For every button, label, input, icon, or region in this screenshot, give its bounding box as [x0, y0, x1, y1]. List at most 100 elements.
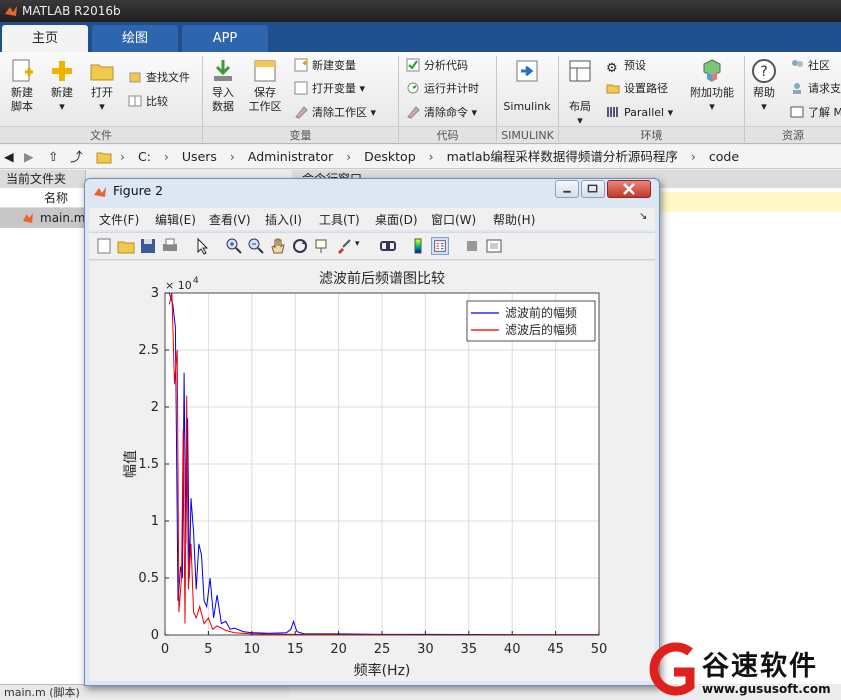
preferences-button[interactable]: ⚙ 预设 [606, 56, 646, 76]
current-folder-panel: 当前文件夹 名称 main.m [0, 170, 86, 684]
new-variable-label: 新建变量 [312, 59, 356, 72]
breadcrumb-item[interactable]: C: [138, 149, 151, 164]
browse-folder-icon[interactable]: ⤴ [70, 145, 83, 169]
help-button[interactable]: ? 帮助 ▾ [748, 58, 780, 114]
group-label-resources: 资源 [745, 126, 841, 143]
addons-label: 附加功能 [690, 86, 734, 99]
file-name: main.m [40, 211, 86, 225]
save-workspace-button[interactable]: 保存 工作区 [246, 58, 284, 114]
clear-commands-button[interactable]: 清除命令 ▾ [406, 103, 477, 123]
new-button[interactable]: 新建 ▾ [46, 58, 78, 114]
new-variable-button[interactable]: 新建变量 [294, 56, 356, 76]
legend-label-1: 滤波后的幅频 [505, 322, 577, 337]
community-link[interactable]: 社区 [790, 56, 830, 76]
data-cursor-icon[interactable] [313, 237, 331, 255]
current-folder-title: 当前文件夹 [0, 170, 85, 188]
save-workspace-icon [254, 60, 276, 82]
new-script-label-1: 新建 [11, 86, 33, 99]
layout-button[interactable]: 布局 ▾ [564, 58, 596, 128]
x-tick-label: 0 [161, 642, 169, 657]
y-axis-label: 幅值 [123, 450, 139, 478]
menu-help[interactable]: 帮助(H) [493, 211, 535, 228]
new-script-button[interactable]: 新建 脚本 [6, 58, 38, 114]
show-plot-tools-icon[interactable] [485, 237, 503, 255]
menu-edit[interactable]: 编辑(E) [155, 211, 196, 228]
up-folder-icon[interactable]: ⇧ [48, 145, 58, 169]
link-plot-icon[interactable] [379, 237, 397, 255]
layout-label: 布局 [569, 100, 591, 113]
run-and-time-button[interactable]: 运行并计时 [406, 79, 479, 99]
y-multiplier-exponent: 4 [193, 276, 199, 286]
gusu-watermark: 谷速软件 www.gususoft.com [640, 640, 841, 699]
save-icon[interactable] [139, 237, 157, 255]
new-dropdown-icon: ▾ [59, 100, 65, 113]
learn-matlab-link[interactable]: 了解 M [790, 103, 841, 123]
folder-icon [96, 152, 112, 164]
tab-home[interactable]: 主页 [2, 25, 88, 52]
rotate-3d-icon[interactable] [291, 237, 309, 255]
open-variable-button[interactable]: 打开变量 ▾ [294, 79, 365, 99]
brush-icon[interactable] [335, 237, 353, 255]
compare-button[interactable]: 比较 [128, 92, 168, 112]
group-label-file: 文件 [0, 126, 202, 143]
addons-dropdown-icon: ▾ [709, 100, 715, 113]
back-arrow-icon[interactable]: ◀ [4, 145, 14, 169]
hide-plot-tools-icon[interactable] [463, 237, 481, 255]
file-list-item[interactable]: main.m [0, 208, 86, 228]
y-tick-label: 0.5 [138, 571, 159, 586]
menu-file[interactable]: 文件(F) [99, 211, 139, 228]
clear-workspace-button[interactable]: 清除工作区 ▾ [294, 103, 376, 123]
parallel-button[interactable]: Parallel ▾ [606, 103, 673, 123]
request-support-link[interactable]: 请求支 [790, 79, 841, 99]
close-button[interactable] [607, 180, 651, 198]
menu-dock-arrow-icon[interactable]: ↘ [639, 211, 647, 222]
set-path-button[interactable]: 设置路径 [606, 79, 668, 99]
menu-insert[interactable]: 插入(I) [265, 211, 302, 228]
import-label-2: 数据 [212, 100, 234, 113]
maximize-button[interactable] [581, 180, 605, 198]
breadcrumb-item[interactable]: matlab编程采样数据得频谱分析源码程序 [447, 149, 678, 164]
group-label-environment: 环境 [559, 126, 744, 143]
clear-commands-label: 清除命令 [424, 106, 468, 119]
clear-workspace-label: 清除工作区 [312, 106, 367, 119]
details-bar: main.m (脚本) [0, 684, 290, 699]
breadcrumb-separator: › [163, 149, 169, 164]
menu-tools[interactable]: 工具(T) [319, 211, 360, 228]
brush-dropdown-icon[interactable]: ▾ [355, 239, 360, 249]
zoom-out-icon[interactable] [247, 237, 265, 255]
spectrum-chart[interactable]: 0 5 10 15 20 25 30 35 40 45 50 0 0.5 1 1.5 2 2.5 3 × 10 4 滤波… [89, 261, 655, 681]
chart-title: 滤波前后频谱图比较 [319, 270, 445, 287]
zoom-in-icon[interactable] [225, 237, 243, 255]
simulink-button[interactable]: Simulink [502, 58, 552, 114]
tab-plots[interactable]: 绘图 [92, 25, 178, 52]
import-data-button[interactable]: 导入 数据 [206, 58, 240, 114]
menu-desktop[interactable]: 桌面(D) [375, 211, 418, 228]
minimize-button[interactable] [555, 180, 579, 198]
breadcrumb-item[interactable]: Desktop [364, 149, 416, 164]
analyze-code-button[interactable]: 分析代码 [406, 56, 468, 76]
pointer-icon[interactable] [193, 237, 211, 255]
tab-apps[interactable]: APP [182, 25, 268, 52]
menu-window[interactable]: 窗口(W) [431, 211, 476, 228]
print-icon[interactable] [161, 237, 179, 255]
colorbar-icon[interactable] [409, 237, 427, 255]
pan-hand-icon[interactable] [269, 237, 287, 255]
open-file-icon[interactable] [117, 237, 135, 255]
run-and-time-icon [407, 82, 419, 94]
find-files-button[interactable]: 查找文件 [128, 68, 190, 88]
legend-icon[interactable] [431, 237, 449, 255]
open-button[interactable]: 打开 ▾ [86, 58, 118, 114]
addons-button[interactable]: 附加功能 ▾ [686, 58, 738, 114]
new-figure-icon[interactable] [95, 237, 113, 255]
breadcrumb-item[interactable]: code [709, 149, 739, 164]
open-variable-label: 打开变量 [312, 82, 356, 95]
breadcrumb-item[interactable]: Users [182, 149, 217, 164]
matlab-logo-icon [94, 187, 106, 197]
name-column-header[interactable]: 名称 [0, 188, 85, 208]
find-files-icon [129, 72, 141, 83]
breadcrumb-item[interactable]: Administrator [248, 149, 333, 164]
menu-view[interactable]: 查看(V) [209, 211, 251, 228]
figure-toolbar: ▾ [89, 232, 655, 260]
forward-arrow-icon[interactable]: ▶ [24, 145, 34, 169]
matlab-file-icon [23, 213, 33, 223]
